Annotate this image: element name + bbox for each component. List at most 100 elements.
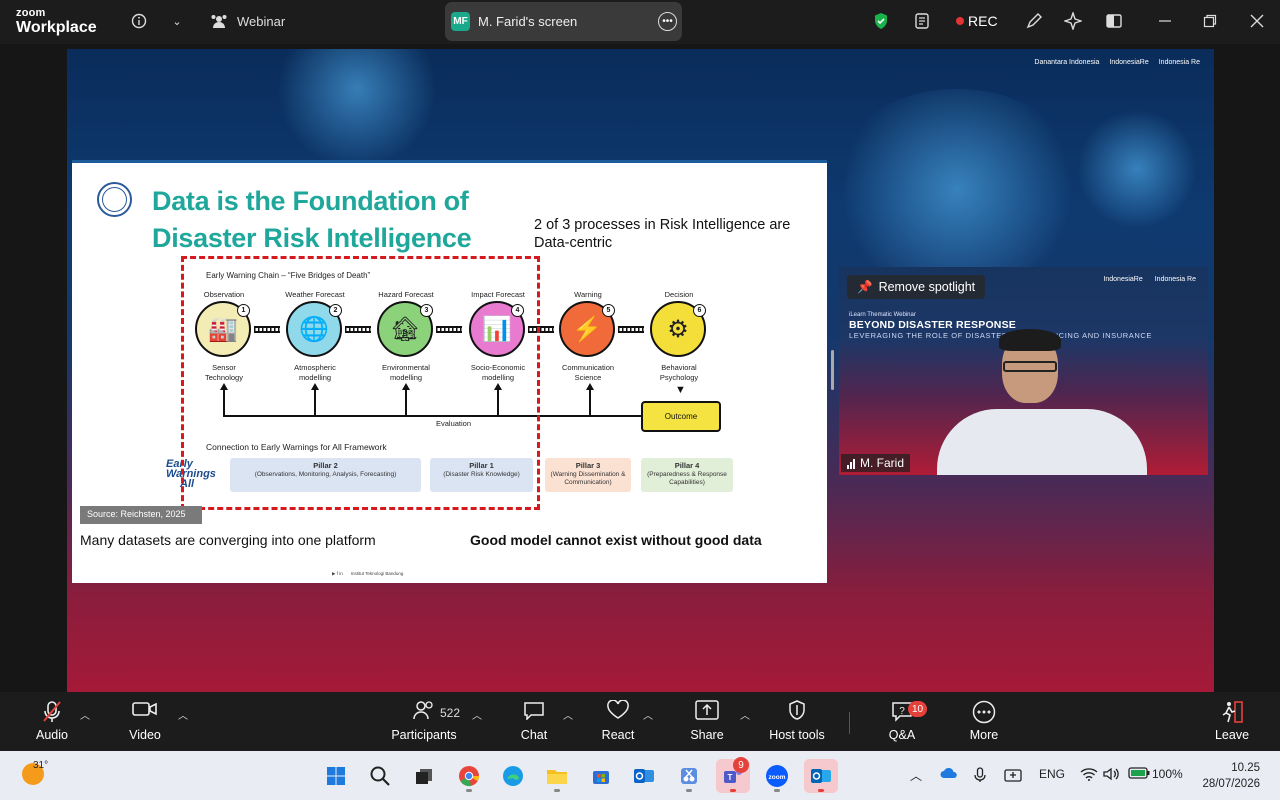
more-options-icon[interactable]: ••• bbox=[658, 12, 677, 31]
zoom-workplace-logo: zoom Workplace bbox=[16, 8, 97, 36]
video-options-chevron-icon[interactable]: ︿ bbox=[178, 707, 188, 722]
participant-count: 522 bbox=[440, 706, 461, 720]
indonesia-re-logo: Indonesia Re bbox=[1158, 59, 1200, 66]
host-tools-button[interactable]: Host tools bbox=[766, 700, 828, 742]
onedrive-cloud-icon[interactable] bbox=[940, 767, 958, 782]
info-icon[interactable] bbox=[128, 10, 150, 32]
annotate-icon[interactable] bbox=[1023, 10, 1045, 32]
speaker-glasses bbox=[1003, 361, 1057, 372]
speaker-shirt bbox=[937, 409, 1147, 475]
remove-spotlight-button[interactable]: 📌 Remove spotlight bbox=[847, 275, 986, 299]
video-button[interactable]: Video bbox=[125, 700, 165, 742]
slide-caption-left: Many datasets are converging into one pl… bbox=[80, 532, 376, 548]
slide-title-line2: Disaster Risk Intelligence bbox=[152, 223, 472, 253]
audio-options-chevron-icon[interactable]: ︿ bbox=[80, 707, 90, 722]
recording-label[interactable]: REC bbox=[968, 13, 998, 29]
step-heading: Decision bbox=[664, 290, 694, 299]
close-icon[interactable] bbox=[1246, 10, 1268, 32]
snipping-tool-icon[interactable] bbox=[672, 759, 706, 793]
running-indicator bbox=[730, 789, 736, 792]
video-camera-icon bbox=[125, 700, 165, 724]
participants-options-chevron-icon[interactable]: ︿ bbox=[472, 707, 482, 722]
show-hidden-icons-chevron-icon[interactable]: ︿ bbox=[910, 767, 922, 784]
react-label: React bbox=[601, 728, 635, 742]
battery-icon[interactable] bbox=[1128, 767, 1150, 782]
webinar-heading: BEYOND DISASTER RESPONSE bbox=[849, 319, 1016, 331]
step-heading: Warning bbox=[574, 290, 602, 299]
outlook-new-icon[interactable] bbox=[627, 759, 661, 793]
system-clock[interactable]: 10.25 28/07/2026 bbox=[1202, 760, 1260, 792]
file-explorer-icon[interactable] bbox=[540, 759, 574, 793]
share-button[interactable]: Share bbox=[687, 700, 727, 742]
arrow-up-icon bbox=[586, 383, 594, 390]
slide-caption-right: Good model cannot exist without good dat… bbox=[470, 532, 762, 548]
indonesia-re-logo: Indonesia Re bbox=[1154, 276, 1196, 283]
running-indicator bbox=[774, 789, 780, 792]
react-button[interactable]: React bbox=[598, 699, 638, 742]
edge-icon[interactable] bbox=[496, 759, 530, 793]
microphone-tray-icon[interactable] bbox=[974, 767, 986, 786]
footer-institution: Institut Teknologi Bandung bbox=[350, 571, 404, 576]
running-indicator bbox=[466, 789, 472, 792]
chat-options-chevron-icon[interactable]: ︿ bbox=[563, 707, 573, 722]
restore-icon[interactable] bbox=[1199, 10, 1221, 32]
app-update-icon[interactable] bbox=[1004, 767, 1022, 786]
speaker-video-tile[interactable]: IndonesiaRe Indonesia Re iLearn Thematic… bbox=[839, 267, 1208, 475]
more-label: More bbox=[969, 728, 999, 742]
university-seal-logo bbox=[97, 182, 132, 217]
more-button[interactable]: More bbox=[964, 700, 1004, 742]
audio-button[interactable]: Audio bbox=[32, 700, 72, 742]
indonesiare-logo: IndonesiaRe bbox=[1103, 276, 1143, 283]
host-shield-icon bbox=[766, 700, 828, 724]
chrome-icon[interactable] bbox=[452, 759, 486, 793]
highlight-dashed-box bbox=[181, 256, 540, 510]
heart-icon bbox=[598, 699, 638, 724]
zoom-app-icon[interactable]: zoom bbox=[760, 759, 794, 793]
input-language[interactable]: ENG bbox=[1039, 767, 1065, 781]
react-options-chevron-icon[interactable]: ︿ bbox=[643, 707, 653, 722]
shield-icon[interactable] bbox=[870, 10, 892, 32]
webinar-label: Webinar bbox=[237, 14, 286, 29]
ai-companion-icon[interactable] bbox=[1062, 10, 1084, 32]
panel-resize-handle[interactable] bbox=[831, 350, 834, 390]
social-icons: ▶ f in bbox=[332, 571, 343, 576]
audio-label: Audio bbox=[36, 728, 68, 742]
running-indicator bbox=[818, 789, 824, 792]
notes-icon[interactable] bbox=[911, 10, 933, 32]
chevron-down-icon[interactable]: ⌄ bbox=[166, 10, 188, 32]
start-button[interactable] bbox=[319, 759, 353, 793]
share-options-chevron-icon[interactable]: ︿ bbox=[740, 707, 750, 722]
bridge-icon bbox=[618, 326, 644, 333]
shared-screen-pill[interactable]: MF M. Farid's screen ••• bbox=[445, 2, 682, 41]
participant-name-tag: M. Farid bbox=[841, 454, 911, 472]
share-screen-icon bbox=[687, 700, 727, 724]
leave-label: Leave bbox=[1214, 728, 1250, 742]
minimize-icon[interactable] bbox=[1154, 10, 1176, 32]
step-sublabel: Behavioral Psychology bbox=[659, 363, 699, 382]
sharer-avatar: MF bbox=[451, 12, 470, 31]
background-glow bbox=[1077, 109, 1197, 229]
speaker-hair bbox=[999, 329, 1061, 351]
tile-sponsor-logos: IndonesiaRe Indonesia Re bbox=[1103, 276, 1196, 283]
participants-button[interactable]: 522 Participants bbox=[388, 700, 460, 742]
meeting-controls: Audio ︿ Video ︿ 522 Participants ︿ Chat … bbox=[0, 692, 1280, 751]
speaker-icon[interactable] bbox=[1103, 767, 1121, 784]
search-icon[interactable] bbox=[363, 759, 397, 793]
pin-icon: 📌 bbox=[857, 279, 873, 294]
source-label: Source: Reichsten, 2025 bbox=[80, 506, 202, 524]
wifi-icon[interactable] bbox=[1080, 767, 1098, 784]
leave-button[interactable]: Leave bbox=[1212, 700, 1252, 742]
slide-title-line1: Data is the Foundation of bbox=[152, 186, 469, 216]
side-panel-icon[interactable] bbox=[1103, 10, 1125, 32]
clock-time: 10.25 bbox=[1231, 762, 1260, 774]
outlook-icon[interactable] bbox=[804, 759, 838, 793]
qa-badge: 10 bbox=[908, 701, 928, 717]
svg-text:T: T bbox=[728, 773, 733, 782]
gear-people-icon: ⚙ bbox=[667, 315, 689, 343]
more-icon bbox=[964, 700, 1004, 724]
store-icon[interactable] bbox=[584, 759, 618, 793]
task-view-icon[interactable] bbox=[407, 759, 441, 793]
chat-button[interactable]: Chat bbox=[514, 700, 554, 742]
participants-label: Participants bbox=[391, 728, 457, 742]
process-note: 2 of 3 processes in Risk Intelligence ar… bbox=[534, 217, 791, 251]
